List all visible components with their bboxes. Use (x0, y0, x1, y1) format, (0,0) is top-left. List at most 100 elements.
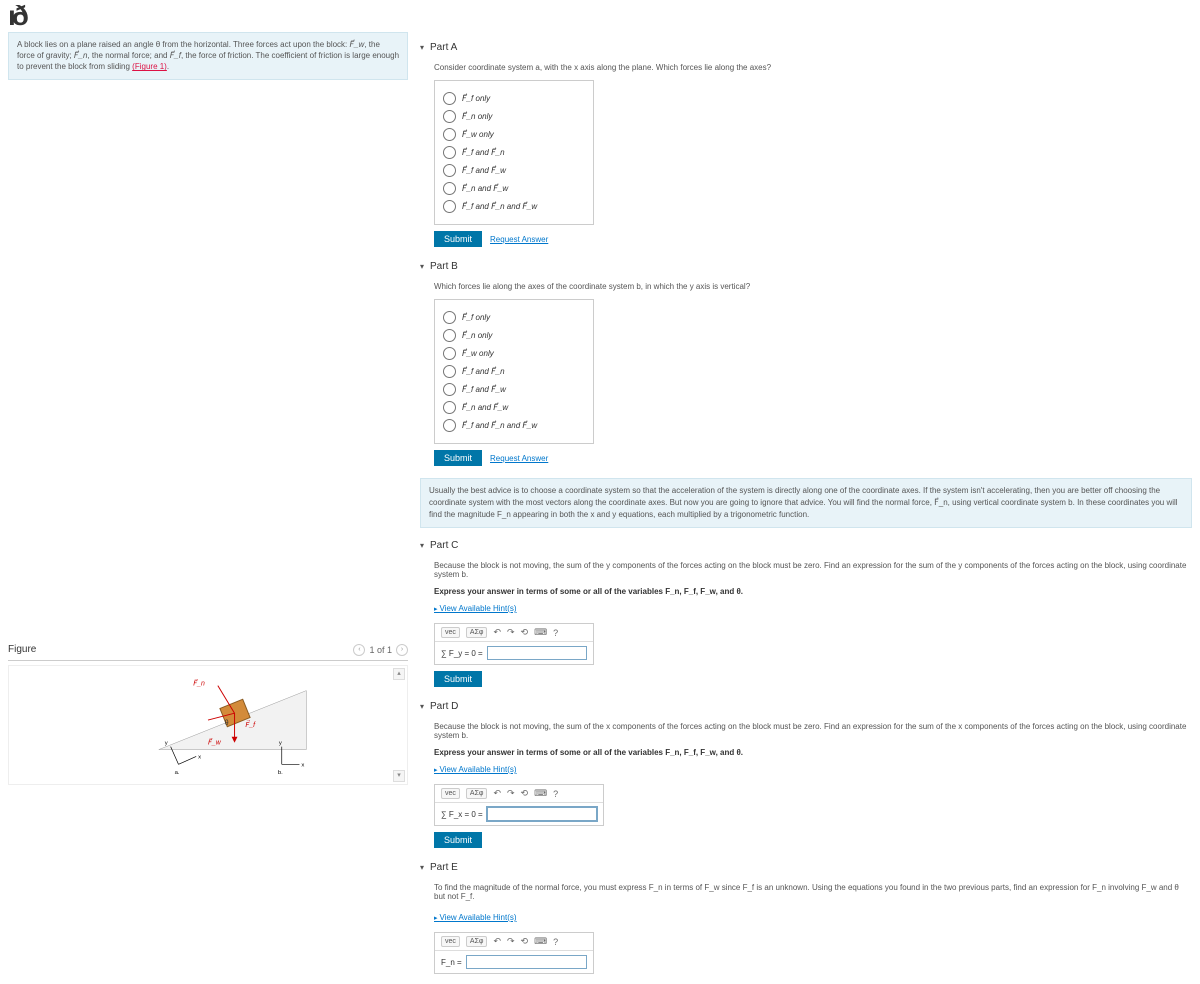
symbols-button[interactable]: ΑΣφ (466, 627, 488, 638)
redo-icon[interactable]: ↷ (507, 788, 515, 799)
svg-text:b.: b. (278, 770, 283, 776)
option[interactable]: F⃗_f and F⃗_w (443, 383, 585, 396)
symbols-button[interactable]: ΑΣφ (466, 788, 488, 799)
radio[interactable] (443, 401, 456, 414)
option[interactable]: F⃗_n and F⃗_w (443, 182, 585, 195)
radio[interactable] (443, 110, 456, 123)
part-d-header[interactable]: ▾ Part D (420, 697, 1192, 716)
option[interactable]: F⃗_f only (443, 311, 585, 324)
submit-button[interactable]: Submit (434, 231, 482, 247)
option[interactable]: F⃗_n and F⃗_w (443, 401, 585, 414)
part-title: Part A (430, 42, 457, 53)
option[interactable]: F⃗_f and F⃗_n (443, 146, 585, 159)
templates-button[interactable]: vec (441, 936, 460, 947)
collapse-icon: ▾ (420, 43, 424, 52)
figure-next[interactable]: › (396, 644, 408, 656)
redo-icon[interactable]: ↷ (507, 936, 515, 947)
view-hints-link[interactable]: View Available Hint(s) (434, 604, 517, 613)
redo-icon[interactable]: ↷ (507, 627, 515, 638)
option-label: F⃗_f and F⃗_w (462, 166, 506, 175)
reset-icon[interactable]: ⟲ (521, 627, 529, 638)
option-label: F⃗_f only (462, 313, 490, 322)
question-text: To find the magnitude of the normal forc… (434, 883, 1192, 901)
undo-icon[interactable]: ↶ (493, 936, 501, 947)
help-icon[interactable]: ? (553, 628, 558, 638)
part-c: ▾ Part C Because the block is not moving… (420, 536, 1192, 691)
option[interactable]: F⃗_f and F⃗_n and F⃗_w (443, 419, 585, 432)
part-title: Part E (430, 862, 458, 873)
intro-text: , the normal force; and (87, 51, 169, 60)
problem-intro: A block lies on a plane raised an angle … (8, 32, 408, 80)
scroll-down[interactable]: ▾ (393, 770, 405, 782)
answer-input[interactable] (487, 646, 587, 660)
option[interactable]: F⃗_f and F⃗_n (443, 365, 585, 378)
reset-icon[interactable]: ⟲ (521, 936, 529, 947)
force-fn: F⃗_n (74, 51, 88, 60)
question-text: Which forces lie along the axes of the c… (434, 282, 1192, 291)
part-c-header[interactable]: ▾ Part C (420, 536, 1192, 555)
view-hints-link[interactable]: View Available Hint(s) (434, 765, 517, 774)
answer-instructions: Express your answer in terms of some or … (434, 587, 1192, 596)
symbols-button[interactable]: ΑΣφ (466, 936, 488, 947)
undo-icon[interactable]: ↶ (493, 788, 501, 799)
answer-box: vec ΑΣφ ↶ ↷ ⟲ ⌨ ? F_n = (434, 932, 594, 974)
radio[interactable] (443, 347, 456, 360)
option[interactable]: F⃗_f only (443, 92, 585, 105)
radio[interactable] (443, 128, 456, 141)
radio[interactable] (443, 419, 456, 432)
option[interactable]: F⃗_f and F⃗_n and F⃗_w (443, 200, 585, 213)
answer-prefix: ∑ F_x = 0 = (441, 810, 483, 819)
option-label: F⃗_n and F⃗_w (462, 184, 508, 193)
radio[interactable] (443, 164, 456, 177)
part-a-header[interactable]: ▾ Part A (420, 38, 1192, 57)
answer-instructions: Express your answer in terms of some or … (434, 748, 1192, 757)
keyboard-icon[interactable]: ⌨ (534, 936, 547, 947)
part-b-header[interactable]: ▾ Part B (420, 257, 1192, 276)
submit-button[interactable]: Submit (434, 832, 482, 848)
option[interactable]: F⃗_n only (443, 329, 585, 342)
radio[interactable] (443, 200, 456, 213)
answer-input[interactable] (487, 807, 597, 821)
submit-button[interactable]: Submit (434, 671, 482, 687)
part-title: Part C (430, 540, 458, 551)
part-e-header[interactable]: ▾ Part E (420, 858, 1192, 877)
radio[interactable] (443, 365, 456, 378)
answer-input[interactable] (466, 955, 587, 969)
figure-prev[interactable]: ‹ (353, 644, 365, 656)
option-label: F⃗_f and F⃗_w (462, 385, 506, 394)
templates-button[interactable]: vec (441, 788, 460, 799)
option[interactable]: F⃗_w only (443, 128, 585, 141)
reset-icon[interactable]: ⟲ (521, 788, 529, 799)
templates-button[interactable]: vec (441, 627, 460, 638)
option[interactable]: F⃗_w only (443, 347, 585, 360)
radio[interactable] (443, 311, 456, 324)
answer-prefix: ∑ F_y = 0 = (441, 649, 483, 658)
keyboard-icon[interactable]: ⌨ (534, 788, 547, 799)
request-answer-link[interactable]: Request Answer (490, 235, 548, 244)
undo-icon[interactable]: ↶ (493, 627, 501, 638)
option[interactable]: F⃗_n only (443, 110, 585, 123)
figure-link[interactable]: (Figure 1) (132, 62, 167, 71)
option[interactable]: F⃗_f and F⃗_w (443, 164, 585, 177)
scroll-up[interactable]: ▴ (393, 668, 405, 680)
force-fw: F⃗_w (350, 40, 365, 49)
keyboard-icon[interactable]: ⌨ (534, 627, 547, 638)
radio[interactable] (443, 146, 456, 159)
radio[interactable] (443, 383, 456, 396)
part-d: ▾ Part D Because the block is not moving… (420, 697, 1192, 852)
svg-text:F⃗_n: F⃗_n (193, 678, 205, 687)
radio[interactable] (443, 92, 456, 105)
option-label: F⃗_w only (462, 349, 494, 358)
request-answer-link[interactable]: Request Answer (490, 454, 548, 463)
svg-text:y: y (165, 740, 168, 746)
submit-button[interactable]: Submit (434, 450, 482, 466)
question-text: Consider coordinate system a, with the x… (434, 63, 1192, 72)
option-label: F⃗_f and F⃗_n (462, 367, 505, 376)
help-icon[interactable]: ? (553, 789, 558, 799)
help-icon[interactable]: ? (553, 937, 558, 947)
radio[interactable] (443, 329, 456, 342)
view-hints-link[interactable]: View Available Hint(s) (434, 913, 517, 922)
answer-box: vec ΑΣφ ↶ ↷ ⟲ ⌨ ? ∑ F_x = 0 = (434, 784, 604, 826)
part-title: Part B (430, 261, 458, 272)
radio[interactable] (443, 182, 456, 195)
